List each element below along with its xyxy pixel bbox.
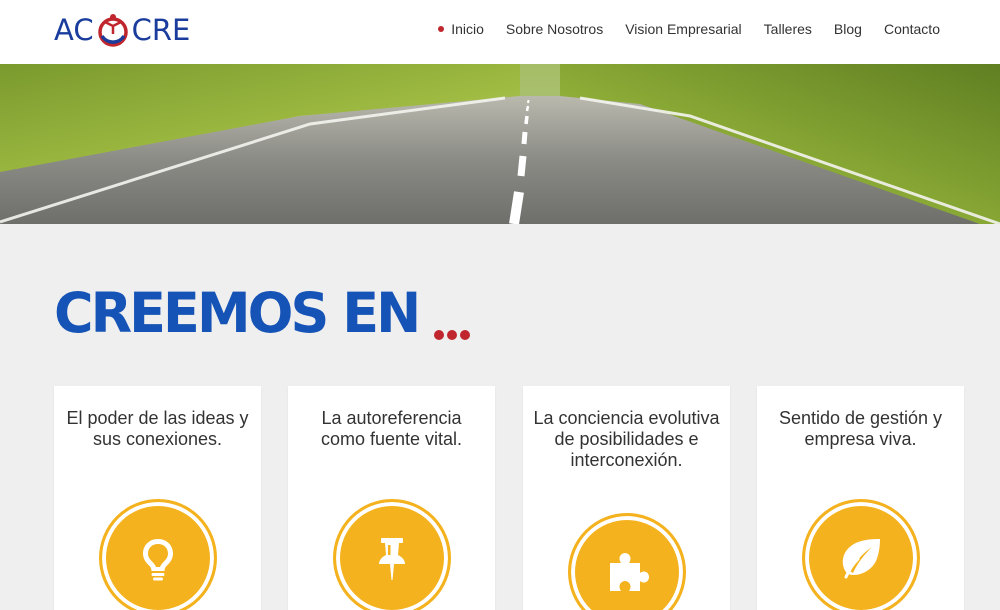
road-image (0, 64, 1000, 224)
nav-label: Blog (833, 21, 862, 37)
site-logo[interactable]: AC CRE (54, 10, 190, 50)
nav-item-talleres[interactable]: Talleres (764, 21, 812, 37)
belief-card: El poder de las ideas y sus conexiones. (54, 386, 261, 610)
card-icon-circle (567, 513, 686, 610)
nav-label: Contacto (883, 21, 940, 37)
belief-card: La conciencia evolutiva de posibilidades… (523, 386, 730, 610)
logo-text-right: CRE (131, 13, 191, 47)
nav-item-vision-empresarial[interactable]: Vision Empresarial (625, 21, 741, 37)
logo-text-left: AC (54, 13, 94, 47)
site-header: AC CRE Inicio Sobre Nosotros Vision Empr… (0, 0, 1000, 64)
nav-item-inicio[interactable]: Inicio (438, 21, 484, 37)
belief-card: La autoreferencia como fuente vital. (288, 386, 495, 610)
nav-label: Inicio (451, 21, 484, 37)
nav-label: Talleres (763, 21, 812, 37)
nav-item-contacto[interactable]: Contacto (884, 21, 940, 37)
pushpin-icon (378, 538, 405, 580)
beliefs-section: CREEMOS EN El poder de las ideas y sus c… (0, 224, 1000, 610)
card-title: La conciencia evolutiva de posibilidades… (533, 408, 720, 470)
card-icon-circle (801, 499, 920, 610)
leaf-icon (842, 539, 880, 579)
main-nav: Inicio Sobre Nosotros Vision Empresarial… (416, 0, 940, 58)
card-icon-circle (332, 499, 451, 610)
lightbulb-icon (142, 539, 173, 581)
nav-item-blog[interactable]: Blog (834, 21, 862, 37)
belief-cards: El poder de las ideas y sus conexiones. … (54, 386, 964, 610)
active-dot-icon (438, 26, 445, 32)
section-headline: CREEMOS EN (54, 282, 473, 344)
card-title: El poder de las ideas y sus conexiones. (66, 408, 249, 449)
logo-person-icon (97, 14, 128, 47)
card-icon-circle (98, 499, 217, 610)
belief-card: Sentido de gestión y empresa viva. (757, 386, 964, 610)
nav-label: Sobre Nosotros (505, 21, 604, 37)
puzzle-piece-icon (609, 553, 649, 591)
hero-banner (0, 64, 1000, 224)
card-title: Sentido de gestión y empresa viva. (778, 408, 943, 449)
card-title: La autoreferencia como fuente vital. (320, 408, 463, 449)
headline-text: CREEMOS EN (54, 281, 421, 345)
nav-item-sobre-nosotros[interactable]: Sobre Nosotros (506, 21, 603, 37)
ellipsis-dots-icon (433, 330, 473, 340)
nav-label: Vision Empresarial (625, 21, 742, 37)
